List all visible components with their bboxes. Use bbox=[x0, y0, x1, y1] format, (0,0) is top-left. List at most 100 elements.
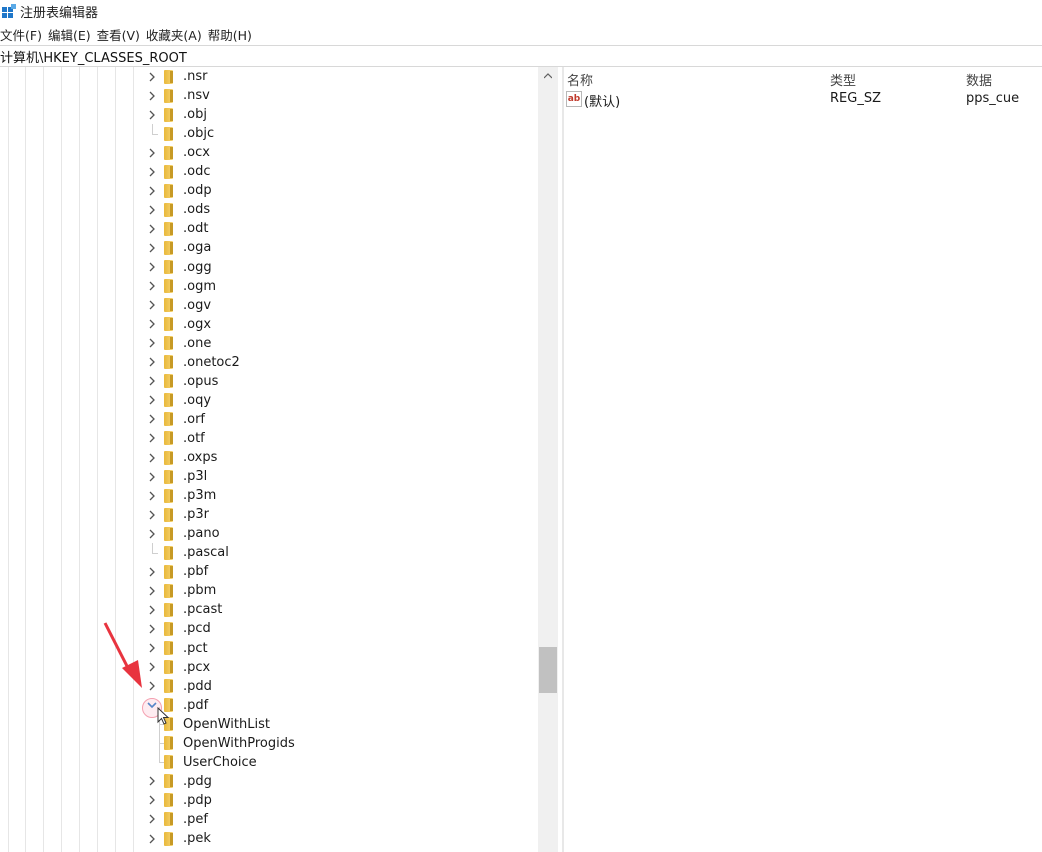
chevron-right-icon[interactable] bbox=[146, 509, 158, 521]
tree-key-item[interactable]: .oga bbox=[146, 238, 211, 257]
folder-icon bbox=[164, 621, 173, 636]
chevron-right-icon[interactable] bbox=[146, 280, 158, 292]
folder-icon bbox=[164, 336, 173, 351]
tree-key-item[interactable]: .ocx bbox=[146, 143, 210, 162]
chevron-right-icon[interactable] bbox=[146, 242, 158, 254]
string-value-icon: ab bbox=[566, 91, 582, 107]
tree-key-item[interactable]: .pef bbox=[146, 810, 208, 829]
tree-key-item[interactable]: .p3m bbox=[146, 486, 216, 505]
chevron-right-icon[interactable] bbox=[146, 223, 158, 235]
chevron-right-icon[interactable] bbox=[146, 147, 158, 159]
tree-item-label: .ods bbox=[183, 202, 211, 218]
tree-key-item[interactable]: .pbm bbox=[146, 581, 216, 600]
column-header-data[interactable]: 数据 bbox=[966, 70, 992, 89]
folder-icon bbox=[164, 660, 173, 675]
tree-key-item[interactable]: .oqy bbox=[146, 391, 211, 410]
tree-key-item[interactable]: .obj bbox=[146, 105, 207, 124]
chevron-right-icon[interactable] bbox=[146, 166, 158, 178]
chevron-right-icon[interactable] bbox=[146, 375, 158, 387]
chevron-right-icon[interactable] bbox=[146, 90, 158, 102]
tree-key-item[interactable]: .pct bbox=[146, 639, 208, 658]
tree-key-item[interactable]: .ogg bbox=[146, 258, 212, 277]
menu-favorites[interactable]: 收藏夹(A) bbox=[146, 25, 202, 44]
tree-subkey-item[interactable]: OpenWithProgids bbox=[164, 734, 295, 753]
chevron-right-icon[interactable] bbox=[146, 432, 158, 444]
tree-item-label: .p3m bbox=[183, 488, 217, 504]
tree-key-item[interactable]: .odc bbox=[146, 162, 211, 181]
tree-key-item[interactable]: .oxps bbox=[146, 448, 217, 467]
tree-key-item[interactable]: .p3r bbox=[146, 505, 209, 524]
tree-key-item[interactable]: .onetoc2 bbox=[146, 353, 240, 372]
tree-item-label: .pdd bbox=[183, 678, 212, 694]
tree-key-item[interactable]: .objc bbox=[146, 123, 214, 143]
tree-key-item[interactable]: .pcx bbox=[146, 658, 210, 677]
address-bar[interactable]: 计算机\HKEY_CLASSES_ROOT bbox=[0, 45, 1042, 67]
tree-key-item[interactable]: .pdd bbox=[146, 677, 212, 696]
tree-key-item[interactable]: .ods bbox=[146, 200, 210, 219]
chevron-right-icon[interactable] bbox=[146, 794, 158, 806]
tree-key-item[interactable]: .ogv bbox=[146, 296, 211, 315]
chevron-right-icon[interactable] bbox=[146, 204, 158, 216]
tree-guide-line bbox=[79, 67, 80, 852]
chevron-right-icon[interactable] bbox=[146, 413, 158, 425]
tree-key-item[interactable]: .pano bbox=[146, 524, 220, 543]
chevron-right-icon[interactable] bbox=[146, 394, 158, 406]
chevron-right-icon[interactable] bbox=[146, 185, 158, 197]
folder-icon bbox=[164, 317, 173, 332]
tree-key-item[interactable]: .pek bbox=[146, 829, 211, 848]
tree-key-item[interactable]: .pdp bbox=[146, 791, 212, 810]
chevron-right-icon[interactable] bbox=[146, 356, 158, 368]
column-header-name[interactable]: 名称 bbox=[567, 70, 593, 89]
chevron-right-icon[interactable] bbox=[146, 318, 158, 330]
tree-key-item[interactable]: .pascal bbox=[146, 542, 229, 562]
chevron-right-icon[interactable] bbox=[146, 833, 158, 845]
tree-key-item[interactable]: .pbf bbox=[146, 562, 208, 581]
chevron-right-icon[interactable] bbox=[146, 71, 158, 83]
chevron-right-icon[interactable] bbox=[146, 585, 158, 597]
chevron-right-icon[interactable] bbox=[146, 813, 158, 825]
tree-key-item[interactable]: .odp bbox=[146, 181, 212, 200]
values-list-pane[interactable]: 名称 类型 数据 ab (默认) REG_SZ pps_cue bbox=[566, 67, 1042, 852]
tree-key-item[interactable]: .one bbox=[146, 334, 211, 353]
tree-key-item[interactable]: .pcd bbox=[146, 619, 211, 638]
folder-icon bbox=[164, 736, 173, 751]
tree-key-item[interactable]: .pcast bbox=[146, 600, 222, 619]
registry-editor-icon bbox=[2, 4, 16, 18]
tree-key-item[interactable]: .nsr bbox=[146, 67, 208, 86]
value-row-default[interactable]: ab (默认) REG_SZ pps_cue bbox=[566, 90, 1042, 110]
tree-key-item[interactable]: .opus bbox=[146, 372, 218, 391]
menu-view[interactable]: 查看(V) bbox=[97, 25, 140, 44]
chevron-right-icon[interactable] bbox=[146, 471, 158, 483]
column-header-type[interactable]: 类型 bbox=[830, 70, 856, 89]
chevron-right-icon[interactable] bbox=[146, 299, 158, 311]
tree-scrollbar[interactable] bbox=[538, 67, 558, 852]
chevron-right-icon[interactable] bbox=[146, 452, 158, 464]
menu-help[interactable]: 帮助(H) bbox=[208, 25, 252, 44]
tree-subkey-item[interactable]: UserChoice bbox=[164, 753, 257, 772]
tree-key-item[interactable]: .pdg bbox=[146, 772, 212, 791]
tree-item-label: .p3r bbox=[183, 507, 209, 523]
chevron-right-icon[interactable] bbox=[146, 337, 158, 349]
pane-splitter[interactable] bbox=[562, 67, 564, 852]
scroll-up-arrow-icon[interactable] bbox=[541, 69, 555, 83]
chevron-right-icon[interactable] bbox=[146, 604, 158, 616]
chevron-right-icon[interactable] bbox=[146, 109, 158, 121]
chevron-right-icon[interactable] bbox=[146, 490, 158, 502]
tree-subkey-item[interactable]: OpenWithList bbox=[164, 715, 270, 734]
chevron-right-icon[interactable] bbox=[146, 261, 158, 273]
tree-key-item[interactable]: .nsv bbox=[146, 86, 210, 105]
scroll-thumb[interactable] bbox=[539, 647, 557, 693]
chevron-right-icon[interactable] bbox=[146, 566, 158, 578]
tree-key-item[interactable]: .otf bbox=[146, 429, 205, 448]
menu-file[interactable]: 文件(F) bbox=[0, 25, 42, 44]
chevron-right-icon[interactable] bbox=[146, 775, 158, 787]
tree-key-item[interactable]: .orf bbox=[146, 410, 205, 429]
tree-key-item[interactable]: .ogx bbox=[146, 315, 211, 334]
menu-edit[interactable]: 编辑(E) bbox=[48, 25, 91, 44]
folder-icon bbox=[164, 393, 173, 408]
tree-key-item[interactable]: .odt bbox=[146, 219, 208, 238]
tree-key-item[interactable]: .p3l bbox=[146, 467, 207, 486]
tree-key-item[interactable]: .ogm bbox=[146, 277, 216, 296]
chevron-right-icon[interactable] bbox=[146, 528, 158, 540]
key-tree-pane[interactable]: .nsr .nsv .obj .objc .ocx .odc .odp .ods .odt .og… bbox=[0, 67, 538, 852]
